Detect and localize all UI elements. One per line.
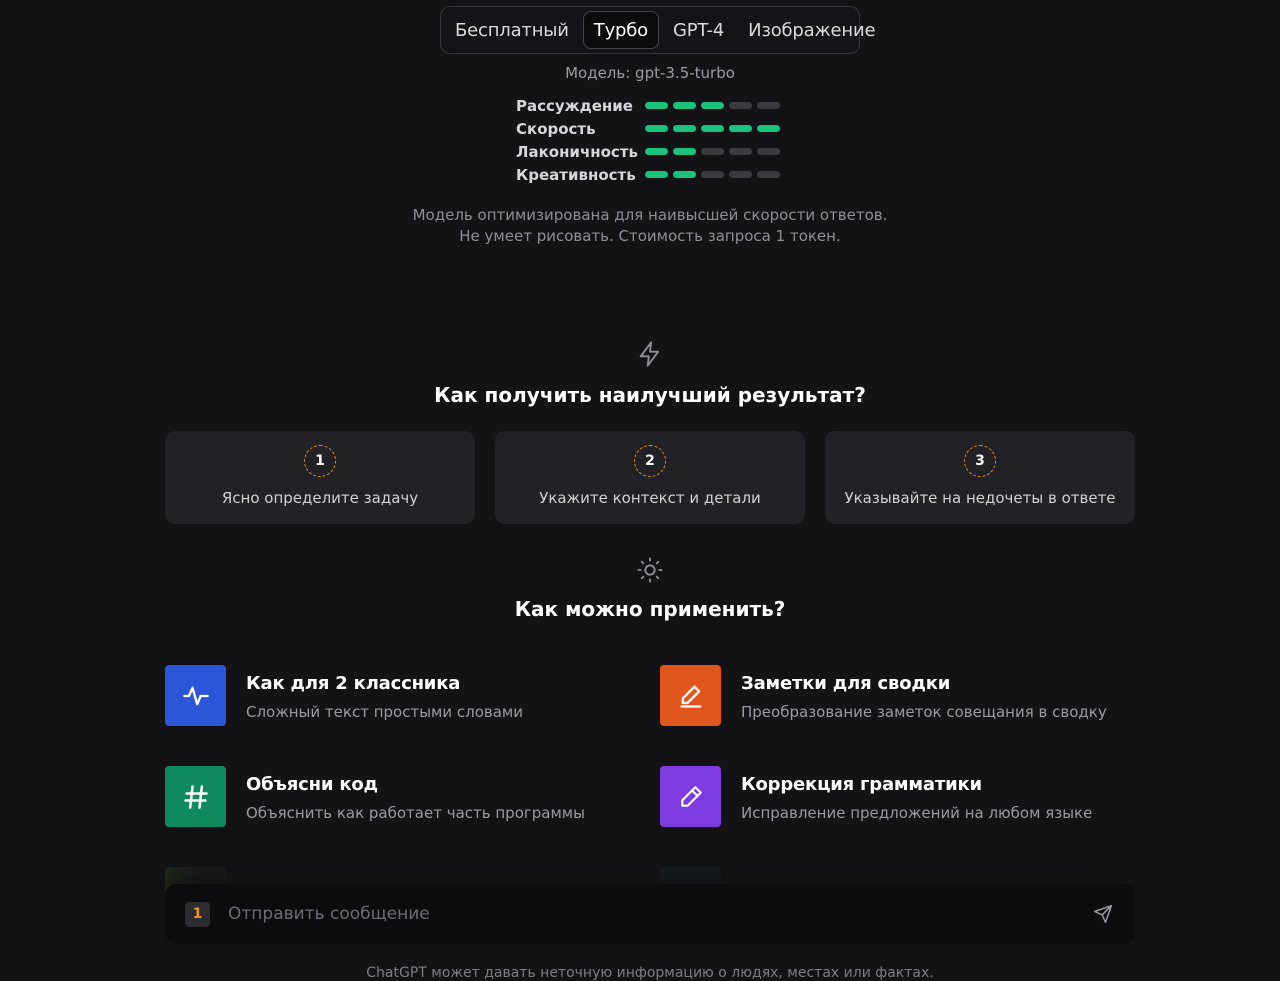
send-button[interactable] — [1091, 902, 1115, 926]
model-ratings: Рассуждение Скорость Лаконичность Креати… — [516, 94, 796, 186]
rating-segment — [673, 171, 696, 178]
tip-text: Указывайте на недочеты в ответе — [844, 489, 1116, 507]
tip-number: 1 — [304, 445, 336, 477]
rating-row: Рассуждение — [516, 94, 796, 117]
disclaimer: ChatGPT может давать неточную информацию… — [366, 965, 934, 981]
rating-bars — [645, 171, 780, 178]
tip-card: 1 Ясно определите задачу — [165, 431, 475, 524]
hash-icon — [183, 784, 208, 809]
rating-segment — [757, 125, 780, 132]
rating-segment — [673, 102, 696, 109]
tab-turbo[interactable]: Турбо — [582, 11, 659, 49]
send-icon — [1093, 904, 1113, 924]
use-case-subtitle: Сложный текст простыми словами — [246, 703, 523, 721]
rating-segment — [645, 102, 668, 109]
chat-welcome-page: Бесплатный Турбо GPT-4 Изображение Модел… — [0, 0, 1280, 981]
rating-segment — [729, 125, 752, 132]
tab-image[interactable]: Изображение — [738, 11, 885, 49]
tip-text: Укажите контекст и детали — [539, 489, 761, 507]
tip-card: 3 Указывайте на недочеты в ответе — [825, 431, 1135, 524]
pencil-icon — [680, 785, 702, 807]
rating-label: Рассуждение — [516, 96, 633, 115]
uses-title: Как можно применить? — [514, 597, 786, 621]
rating-segment — [729, 102, 752, 109]
tab-gpt4[interactable]: GPT-4 — [663, 11, 734, 49]
token-badge: 1 — [185, 901, 210, 927]
rating-label: Лаконичность — [516, 142, 638, 161]
use-case-text: Коррекция грамматики Исправление предлож… — [741, 766, 1092, 822]
tab-free[interactable]: Бесплатный — [445, 11, 579, 49]
use-case-icon-box — [660, 665, 721, 726]
sun-icon — [637, 557, 663, 583]
use-case-text: Как для 2 классника Сложный текст просты… — [246, 665, 523, 721]
rating-segment — [701, 148, 724, 155]
use-case-title: Объясни код — [246, 774, 378, 795]
use-case-icon-box — [660, 766, 721, 827]
use-case-meeting-notes[interactable]: Заметки для сводки Преобразование замето… — [660, 665, 1140, 727]
rating-segment — [729, 148, 752, 155]
model-tabs: Бесплатный Турбо GPT-4 Изображение — [440, 6, 876, 54]
use-case-subtitle: Исправление предложений на любом языке — [741, 804, 1093, 822]
tip-text: Ясно определите задачу — [221, 489, 419, 507]
message-composer: 1 — [165, 884, 1135, 944]
model-description: Модель оптимизирована для наивысшей скор… — [0, 205, 1280, 247]
use-case-text: Заметки для сводки Преобразование замето… — [741, 665, 1107, 721]
use-case-subtitle: Объяснить как работает часть программы — [246, 804, 585, 822]
model-description-line: Не умеет рисовать. Стоимость запроса 1 т… — [459, 227, 841, 245]
rating-segment — [701, 102, 724, 109]
use-case-icon-box — [165, 665, 226, 726]
activity-icon — [182, 686, 209, 705]
rating-segment — [645, 171, 668, 178]
rating-segment — [701, 125, 724, 132]
model-label: Модель: gpt-3.5-turbo — [565, 64, 735, 82]
tip-card: 2 Укажите контекст и детали — [495, 431, 805, 524]
rating-segment — [673, 148, 696, 155]
use-case-icon-box — [165, 766, 226, 827]
rating-segment — [757, 102, 780, 109]
pen-edit-icon — [680, 685, 701, 708]
rating-segment — [729, 171, 752, 178]
rating-row: Скорость — [516, 117, 796, 140]
rating-segment — [645, 125, 668, 132]
use-case-explain-code[interactable]: Объясни код Объяснить как работает часть… — [165, 766, 645, 828]
use-case-explain-simple[interactable]: Как для 2 классника Сложный текст просты… — [165, 665, 645, 727]
use-case-title: Коррекция грамматики — [741, 774, 982, 795]
tip-number: 3 — [964, 445, 996, 477]
rating-label: Креативность — [516, 165, 636, 184]
rating-bars — [645, 148, 780, 155]
rating-row: Креативность — [516, 163, 796, 186]
lightning-icon — [639, 341, 660, 367]
rating-bars — [645, 102, 780, 109]
rating-segment — [701, 171, 724, 178]
use-case-grammar[interactable]: Коррекция грамматики Исправление предлож… — [660, 766, 1140, 828]
rating-label: Скорость — [516, 119, 596, 138]
tip-number: 2 — [634, 445, 666, 477]
rating-segment — [645, 148, 668, 155]
rating-bars — [645, 125, 780, 132]
use-case-subtitle: Преобразование заметок совещания в сводк… — [741, 703, 1107, 721]
use-case-text: Объясни код Объяснить как работает часть… — [246, 766, 585, 822]
use-case-title: Как для 2 классника — [246, 673, 461, 694]
rating-segment — [673, 125, 696, 132]
message-input[interactable] — [226, 903, 1091, 925]
rating-segment — [757, 148, 780, 155]
tips-title: Как получить наилучший результат? — [434, 383, 866, 407]
model-description-line: Модель оптимизирована для наивысшей скор… — [412, 206, 888, 224]
use-case-title: Заметки для сводки — [741, 673, 951, 694]
rating-segment — [757, 171, 780, 178]
rating-row: Лаконичность — [516, 140, 796, 163]
